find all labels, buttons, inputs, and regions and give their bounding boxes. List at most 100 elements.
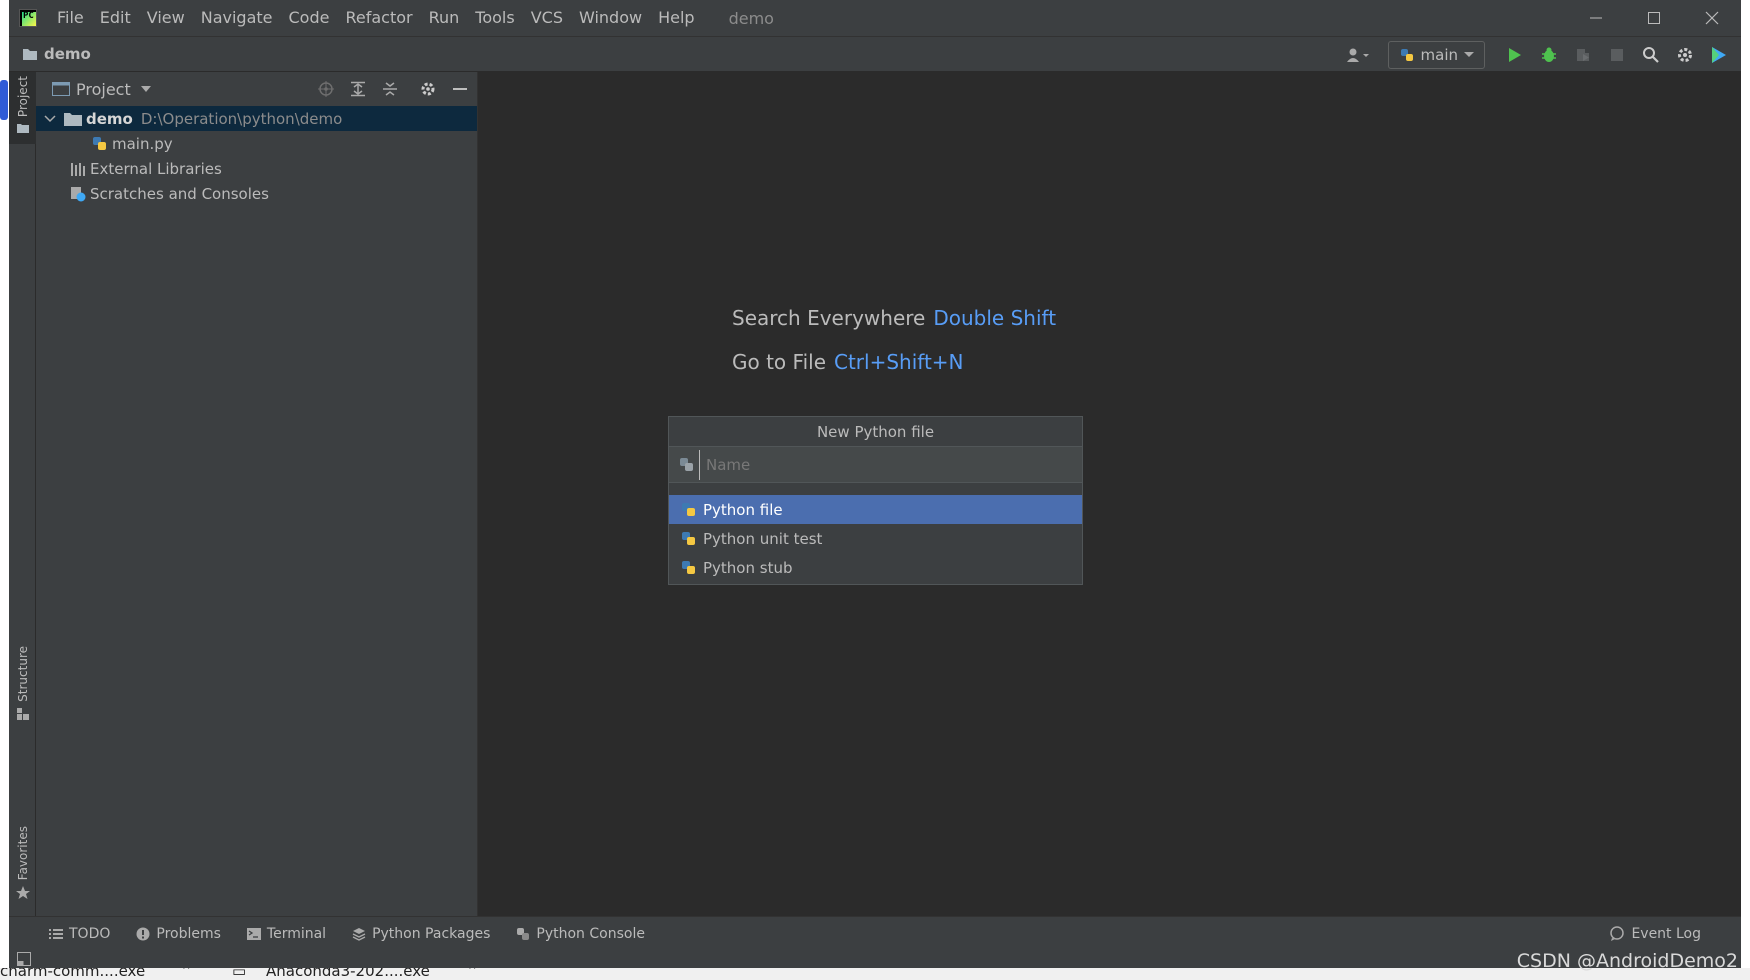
window-title: demo [728, 8, 774, 28]
gear-icon [421, 82, 435, 96]
stop-button[interactable] [1603, 41, 1631, 69]
terminal-icon [246, 927, 261, 940]
tool-tab-structure-label: Structure [15, 646, 30, 702]
tool-tab-favorites[interactable]: Favorites [9, 826, 36, 910]
libraries-icon [71, 162, 85, 176]
tree-node-main-py[interactable]: main.py [36, 131, 477, 156]
taskbar-item-download-1[interactable]: charm-comm....exe [0, 968, 145, 980]
tool-tab-project-label: Project [15, 76, 30, 118]
select-opened-file-button[interactable] [315, 78, 337, 100]
debug-button[interactable] [1535, 41, 1563, 69]
minimize-button[interactable] [1567, 0, 1625, 36]
menu-tools[interactable]: Tools [467, 0, 522, 36]
close-button[interactable] [1683, 0, 1741, 36]
tool-tab-python-console-label: Python Console [536, 925, 645, 942]
taskbar-item-chevron-2[interactable]: ⌃ [466, 968, 479, 980]
edge-marker [0, 80, 8, 120]
speech-bubble-icon [1610, 926, 1625, 941]
run-configuration-label: main [1420, 46, 1458, 64]
tool-tab-event-log[interactable]: Event Log [1609, 917, 1701, 951]
screen-edge-right [1741, 0, 1750, 980]
python-file-icon [682, 531, 695, 545]
settings-button[interactable] [1671, 41, 1699, 69]
run-with-coverage-button[interactable] [1569, 41, 1597, 69]
minus-icon [453, 88, 467, 90]
folder-icon [16, 124, 29, 134]
bottom-tool-stripe: TODO Problems Terminal Python Packages P… [9, 916, 1741, 950]
python-file-icon [682, 560, 695, 574]
toggle-tool-windows-icon[interactable] [17, 952, 31, 966]
file-name-input[interactable] [699, 449, 1082, 480]
popup-item-label: Python unit test [703, 529, 823, 548]
layers-icon [352, 927, 366, 941]
navigation-bar: demo main [9, 36, 1741, 72]
expand-all-button[interactable] [347, 78, 369, 100]
taskbar-item-chevron[interactable]: ⌃ [180, 968, 193, 980]
os-taskbar: charm-comm....exe ⌃ ▭ Anaconda3-202....e… [0, 968, 1750, 980]
tree-node-scratches[interactable]: Scratches and Consoles [36, 181, 477, 206]
tree-node-external-libraries[interactable]: External Libraries [36, 156, 477, 181]
tree-scratches-label: Scratches and Consoles [90, 184, 269, 203]
popup-item-python-stub[interactable]: Python stub [669, 553, 1082, 582]
popup-item-python-file[interactable]: Python file [669, 495, 1082, 524]
menu-window[interactable]: Window [571, 0, 650, 36]
project-panel-tools [315, 72, 471, 106]
search-button[interactable] [1637, 41, 1665, 69]
watermark-text: CSDN @AndroidDemo2 [1516, 950, 1738, 972]
project-view-selector[interactable]: Project [76, 80, 131, 99]
bug-icon [1542, 47, 1556, 62]
python-icon [1400, 49, 1413, 61]
breadcrumb-project[interactable]: demo [44, 45, 91, 63]
code-with-me-icon [1712, 47, 1726, 63]
tool-tab-python-console[interactable]: Python Console [516, 926, 645, 942]
event-log-label: Event Log [1631, 926, 1701, 942]
run-button[interactable] [1501, 41, 1529, 69]
panel-options-button[interactable] [417, 78, 439, 100]
tree-root-path: D:\Operation\python\demo [140, 109, 343, 128]
popup-spacer [669, 483, 1082, 495]
tree-file-label: main.py [112, 134, 173, 153]
minimize-icon [1590, 17, 1602, 19]
tool-tab-problems[interactable]: Problems [136, 926, 221, 942]
status-bar [9, 950, 1741, 968]
tool-tab-python-packages-label: Python Packages [372, 925, 491, 942]
menu-help[interactable]: Help [650, 0, 702, 36]
tool-tab-terminal[interactable]: Terminal [246, 925, 327, 942]
menu-file[interactable]: File [49, 0, 92, 36]
pycharm-logo-icon [19, 9, 37, 27]
tree-node-root[interactable]: demo D:\Operation\python\demo [36, 106, 477, 131]
code-with-me-button[interactable] [1705, 41, 1733, 69]
menu-navigate[interactable]: Navigate [193, 0, 281, 36]
chevron-down-icon[interactable] [44, 114, 56, 124]
chevron-down-icon[interactable] [140, 85, 151, 93]
menu-run[interactable]: Run [421, 0, 468, 36]
hide-panel-button[interactable] [449, 78, 471, 100]
gear-icon [1678, 48, 1692, 62]
screen-edge-left [0, 0, 9, 980]
run-configuration-dropdown[interactable]: main [1387, 41, 1485, 69]
tool-tab-project[interactable]: Project [9, 72, 36, 144]
tree-external-libraries-label: External Libraries [90, 159, 222, 178]
account-button[interactable] [1344, 41, 1372, 69]
popup-item-label: Python file [703, 500, 783, 519]
menu-refactor[interactable]: Refactor [337, 0, 420, 36]
tool-tab-todo[interactable]: TODO [49, 926, 110, 942]
maximize-button[interactable] [1625, 0, 1683, 36]
stop-icon [1611, 49, 1623, 61]
target-icon [318, 81, 334, 97]
menu-edit[interactable]: Edit [92, 0, 139, 36]
popup-item-python-unit-test[interactable]: Python unit test [669, 524, 1082, 553]
taskbar-item-download-2[interactable]: Anaconda3-202....exe [266, 968, 430, 980]
user-icon [1346, 48, 1369, 62]
tool-tab-python-packages[interactable]: Python Packages [352, 926, 490, 942]
menu-code[interactable]: Code [281, 0, 338, 36]
collapse-all-button[interactable] [379, 78, 401, 100]
list-icon [49, 928, 63, 939]
hint-goto-label: Go to File [732, 350, 826, 374]
expand-all-icon [351, 81, 365, 97]
menu-vcs[interactable]: VCS [523, 0, 571, 36]
popup-input-row [669, 447, 1082, 483]
tool-tab-terminal-label: Terminal [266, 925, 327, 942]
menu-view[interactable]: View [139, 0, 193, 36]
tool-tab-structure[interactable]: Structure [9, 646, 36, 722]
